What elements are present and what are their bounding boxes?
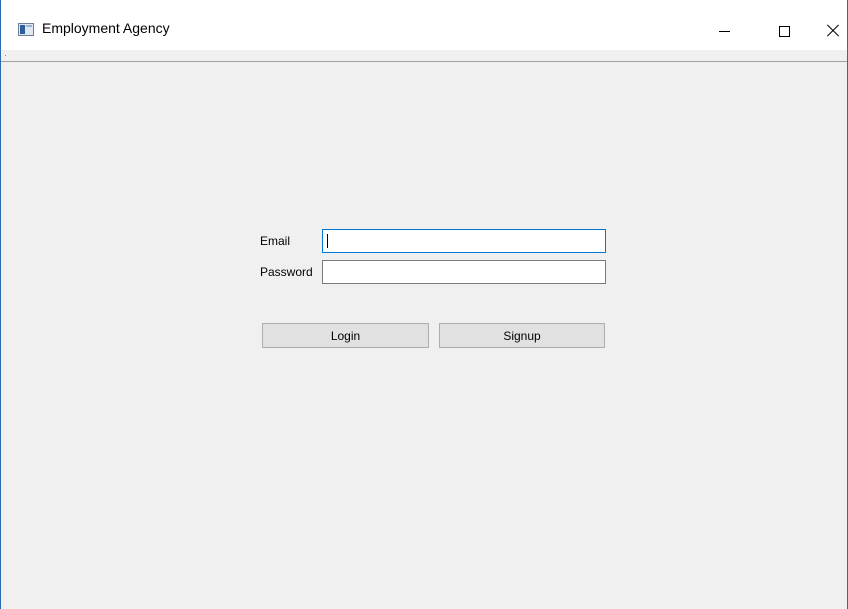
email-field[interactable] — [322, 229, 606, 253]
title-bar[interactable]: Employment Agency — [1, 0, 847, 50]
password-field[interactable] — [322, 260, 606, 284]
menu-bar — [1, 50, 847, 62]
app-window-icon — [18, 23, 34, 36]
maximize-icon — [778, 25, 790, 37]
login-form: Email Password Login Signup — [1, 63, 847, 609]
application-window: Employment Agency Email Password Login S… — [0, 0, 848, 609]
password-label: Password — [260, 265, 313, 279]
minimize-icon — [718, 30, 730, 32]
minimize-button[interactable] — [701, 14, 747, 48]
maximize-button[interactable] — [761, 14, 807, 48]
signup-button[interactable]: Signup — [439, 323, 605, 348]
text-caret — [327, 234, 328, 248]
close-button[interactable] — [816, 14, 848, 48]
login-button[interactable]: Login — [262, 323, 429, 348]
menu-bar-grip — [5, 55, 6, 56]
email-label: Email — [260, 234, 291, 248]
window-title: Employment Agency — [42, 20, 170, 36]
close-icon — [825, 24, 839, 38]
